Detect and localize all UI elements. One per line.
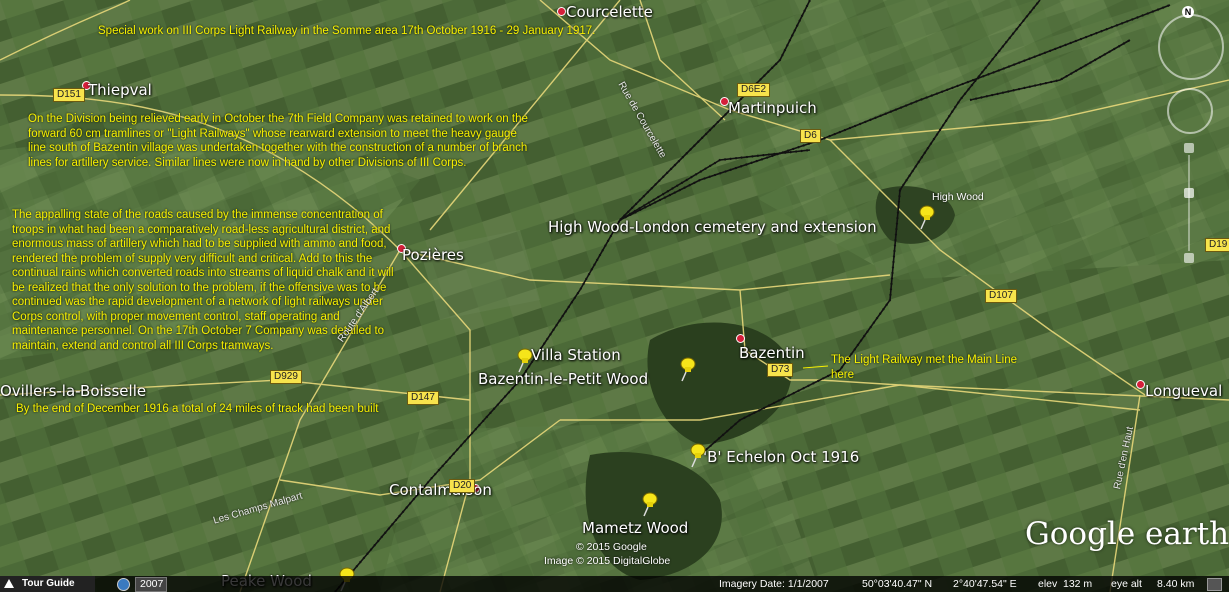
eye-alt-label: eye alt (1111, 578, 1142, 590)
place-label-ovillers[interactable]: Ovillers-la-Boisselle (0, 382, 146, 400)
north-indicator[interactable]: N (1182, 6, 1194, 18)
place-label-bazentin[interactable]: Bazentin (739, 344, 805, 362)
expand-arrow-icon (4, 579, 14, 588)
pushpin-icon-high-wood[interactable] (916, 204, 938, 230)
copyright-google: © 2015 Google (576, 541, 647, 553)
imagery-date: Imagery Date: 1/1/2007 (719, 578, 829, 590)
place-label-bazentin-le-petit-wood[interactable]: Bazentin-le-Petit Wood (478, 370, 648, 388)
place-label-thiepval[interactable]: Thiepval (88, 81, 152, 99)
road-badge-d73: D73 (767, 363, 794, 377)
zoom-in-button[interactable] (1184, 143, 1194, 153)
light-railway-note: The Light Railway met the Main Line here (831, 354, 1018, 381)
place-label-martinpuich[interactable]: Martinpuich (728, 99, 817, 117)
copyright-digitalglobe: Image © 2015 DigitalGlobe (544, 555, 671, 567)
note-paragraph-1: On the Division being relieved early in … (28, 113, 528, 169)
longitude-readout: 2°40'47.54" E (953, 578, 1017, 590)
place-marker-courcelette (557, 7, 566, 16)
place-marker-bazentin (736, 334, 745, 343)
pushpin-icon-mametz-wood[interactable] (639, 491, 661, 517)
note-paragraph-3: By the end of December 1916 a total of 2… (16, 403, 379, 415)
move-joystick[interactable] (1167, 88, 1213, 134)
pushpin-icon-villa-station[interactable] (514, 347, 536, 373)
eye-alt-value: 8.40 km (1157, 578, 1195, 590)
road-badge-d929: D929 (270, 370, 302, 384)
map-title-note: Special work on III Corps Light Railway … (98, 25, 596, 37)
zoom-handle[interactable] (1184, 188, 1194, 198)
elevation-value: 132 m (1063, 578, 1093, 590)
road-badge-d6: D6 (800, 129, 821, 143)
google-earth-logo: Google earth (1025, 516, 1229, 552)
place-label-high-wood[interactable]: High Wood (932, 191, 984, 203)
place-label-longueval[interactable]: Longueval (1145, 382, 1222, 400)
road-badge-d151: D151 (53, 88, 85, 102)
road-badge-d147: D147 (407, 391, 439, 405)
road-badge-d107: D107 (985, 289, 1017, 303)
place-label-courcelette[interactable]: Courcelette (566, 3, 653, 21)
status-bar: Tour Guide 2007 Imagery Date: 1/1/2007 5… (0, 576, 1229, 592)
place-marker-longueval (1136, 380, 1145, 389)
historical-year-label[interactable]: 2007 (140, 578, 163, 590)
place-label-pozieres[interactable]: Pozières (402, 246, 464, 264)
zoom-out-button[interactable] (1184, 253, 1194, 263)
road-badge-d6e2: D6E2 (737, 83, 771, 97)
tour-guide-label: Tour Guide (22, 578, 75, 589)
tour-guide-button[interactable]: Tour Guide (0, 576, 95, 592)
streaming-indicator-icon (1207, 578, 1222, 591)
road-badge-d19: D19 (1205, 238, 1229, 252)
latitude-readout: 50°03'40.47" N (862, 578, 933, 590)
place-label-villa-station[interactable]: Villa Station (531, 346, 621, 364)
road-badge-d20: D20 (449, 479, 476, 493)
historical-imagery-clock-icon[interactable] (117, 578, 130, 591)
pushpin-icon-bazentin-le-petit-wood[interactable] (677, 356, 699, 382)
elevation-label: elev (1038, 578, 1058, 590)
place-label-contalmaison[interactable]: Contalmaison (389, 481, 492, 499)
place-label-mametz-wood[interactable]: Mametz Wood (582, 519, 688, 537)
zoom-track (1188, 155, 1190, 251)
zoom-slider[interactable] (1184, 143, 1194, 263)
pushpin-icon-b-echelon[interactable] (687, 442, 709, 468)
place-label-b-echelon[interactable]: 'B' Echelon Oct 1916 (703, 448, 859, 466)
look-joystick[interactable] (1158, 14, 1224, 80)
place-label-high-wood-cemetery[interactable]: High Wood-London cemetery and extension (548, 218, 877, 236)
